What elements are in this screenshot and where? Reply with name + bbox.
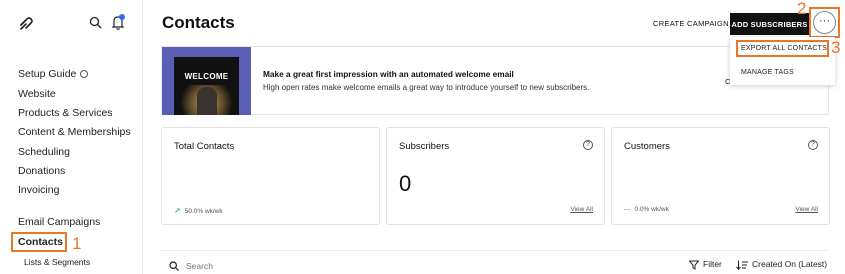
sort-icon — [736, 260, 748, 270]
sidebar-item-invoicing[interactable]: Invoicing — [18, 184, 59, 196]
annotation-number-1: 1 — [72, 234, 82, 253]
highlight-box-more — [809, 7, 840, 38]
annotation-number-2: 2 — [797, 0, 807, 18]
stat-unit: wk/wk — [651, 206, 669, 213]
card-title: Subscribers — [399, 141, 450, 152]
stat-value: 0.0% — [634, 206, 650, 213]
highlight-box-export — [736, 40, 829, 57]
sidebar-item-scheduling[interactable]: Scheduling — [18, 146, 70, 158]
search-icon — [169, 261, 179, 271]
person-silhouette — [197, 87, 217, 115]
trend-up-icon: ↗ — [174, 206, 181, 215]
filter-button[interactable]: Filter — [689, 259, 722, 270]
phone-preview: WELCOME — [174, 57, 239, 115]
notification-dot — [119, 14, 125, 20]
stat-value: 50.0% — [184, 208, 204, 215]
create-campaign-button[interactable]: CREATE CAMPAIGN — [653, 19, 729, 28]
sidebar-item-lists-segments[interactable]: Lists & Segments — [24, 257, 90, 267]
search-input[interactable] — [186, 259, 386, 273]
customers-card: Customers ? —0.0% wk/wk View All — [611, 127, 830, 225]
help-icon[interactable]: ? — [808, 140, 818, 150]
annotation-number-3: 3 — [831, 38, 841, 57]
weekly-change: —0.0% wk/wk — [624, 206, 669, 213]
stat-unit: wk/wk — [204, 208, 223, 215]
sidebar-item-donations[interactable]: Donations — [18, 165, 65, 177]
weekly-change: ↗ 50.0% wk/wk — [174, 206, 223, 215]
banner-title: Make a great first impression with an au… — [263, 69, 514, 79]
view-all-link[interactable]: View All — [795, 206, 818, 213]
menu-item-manage-tags[interactable]: MANAGE TAGS — [741, 69, 794, 76]
divider — [161, 250, 829, 251]
sort-button[interactable]: Created On (Latest) — [736, 259, 827, 270]
total-contacts-card: Total Contacts ↗ 50.0% wk/wk — [161, 127, 380, 225]
subscribers-count: 0 — [399, 171, 412, 196]
trend-flat-icon: — — [624, 206, 631, 213]
filter-label: Filter — [703, 259, 722, 269]
sort-label: Created On (Latest) — [752, 259, 828, 269]
sidebar-item-label: Setup Guide — [18, 68, 77, 80]
card-title: Customers — [624, 141, 670, 152]
sidebar-item-email-campaigns[interactable]: Email Campaigns — [18, 216, 100, 228]
subscribers-card: Subscribers ? 0 View All — [386, 127, 605, 225]
sidebar-item-products-services[interactable]: Products & Services — [18, 107, 113, 119]
squarespace-logo-icon[interactable] — [18, 16, 34, 32]
progress-ring-icon — [80, 70, 89, 79]
banner-image: WELCOME — [162, 47, 251, 115]
search-icon[interactable] — [89, 16, 102, 29]
highlight-box-contacts — [11, 232, 67, 252]
welcome-email-banner: WELCOME Make a great first impression wi… — [161, 46, 829, 115]
view-all-link[interactable]: View All — [570, 206, 593, 213]
phone-welcome-text: WELCOME — [184, 72, 229, 81]
card-title: Total Contacts — [174, 141, 235, 152]
page-title: Contacts — [162, 13, 235, 32]
sidebar-item-content-memberships[interactable]: Content & Memberships — [18, 126, 131, 138]
sidebar-item-website[interactable]: Website — [18, 88, 56, 100]
banner-text: High open rates make welcome emails a gr… — [263, 83, 590, 92]
filter-icon — [689, 260, 699, 270]
help-icon[interactable]: ? — [583, 140, 593, 150]
sidebar-item-setup-guide[interactable]: Setup Guide — [18, 68, 89, 80]
